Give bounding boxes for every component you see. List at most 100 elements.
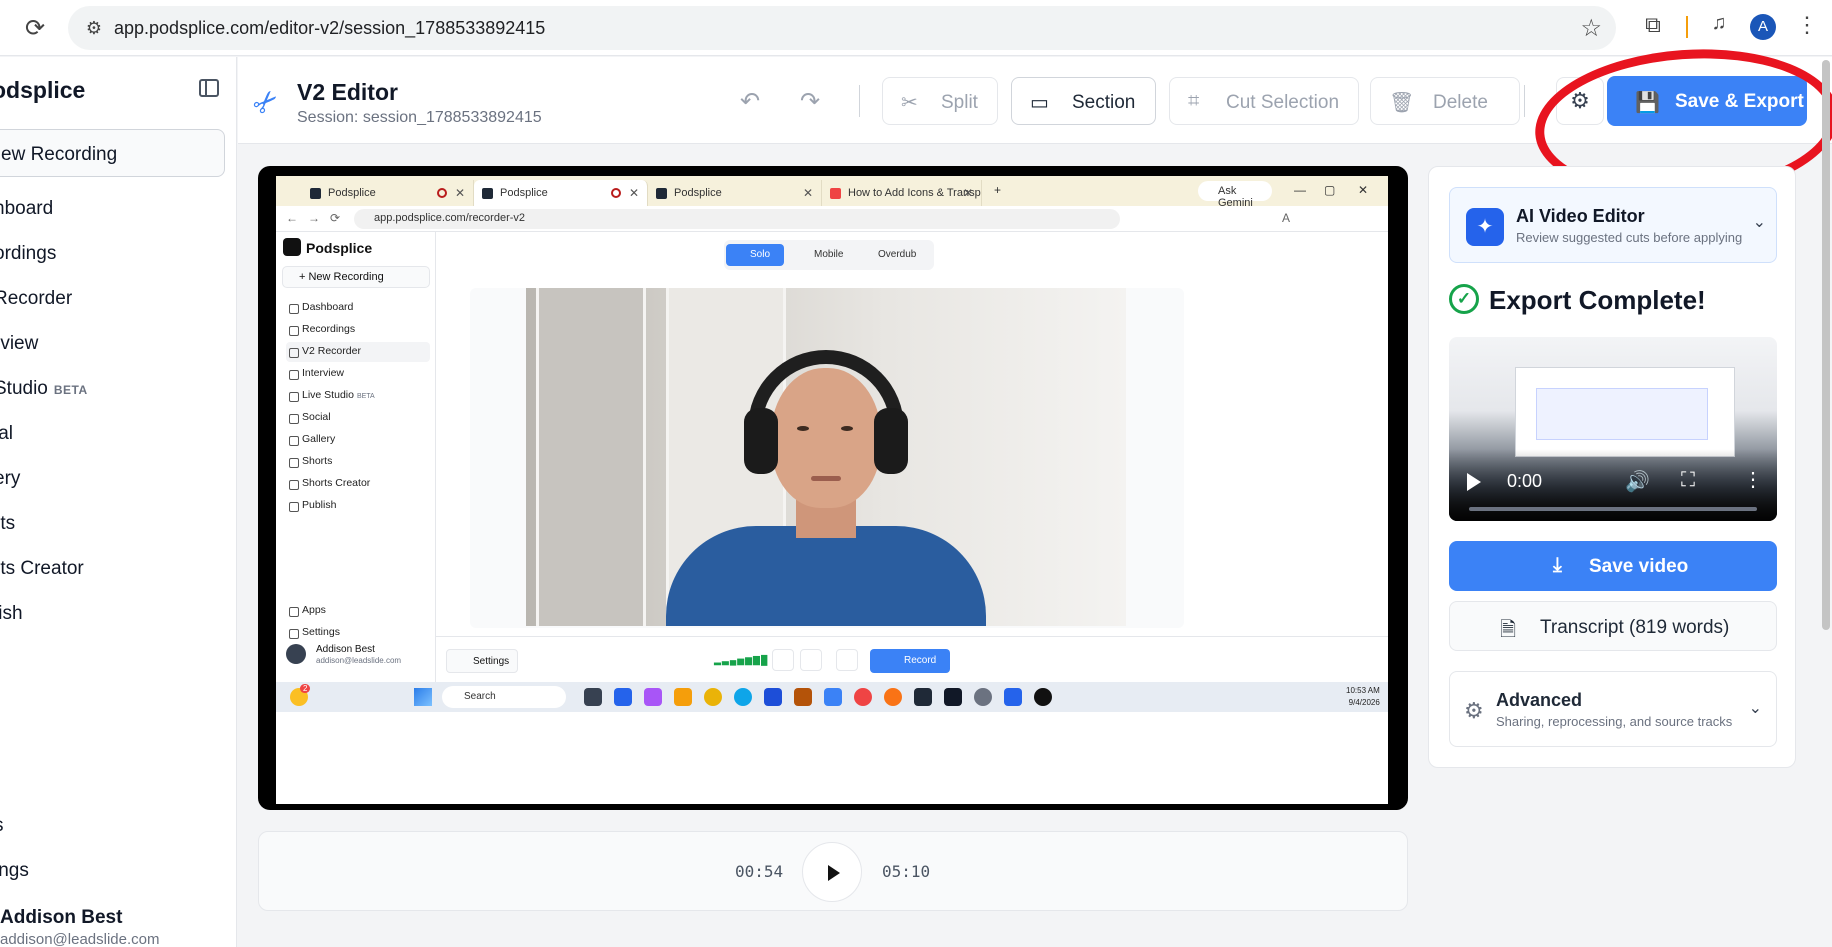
close-icon: ✕	[454, 186, 465, 200]
favicon-icon	[310, 188, 321, 199]
user-email: addison@leadslide.com	[0, 931, 160, 947]
camera-feed	[526, 288, 1126, 626]
sidebar-item-settings[interactable]: ings	[0, 860, 29, 882]
preview-settings-button: Settings	[446, 649, 518, 673]
media-icon[interactable]: ♫	[1704, 12, 1734, 42]
transcript-button[interactable]: 🗎 Transcript (819 words)	[1449, 601, 1777, 651]
sidebar-item-label: Recorder	[0, 288, 73, 309]
kebab-icon[interactable]: ⋮	[1796, 12, 1818, 42]
preview-item-active: V2 Recorder	[286, 342, 430, 362]
background-door	[536, 288, 646, 626]
current-time: 00:54	[735, 862, 784, 881]
video-thumbnail	[1515, 367, 1735, 457]
terminal-icon	[914, 688, 932, 706]
redo-icon[interactable]: ↷	[800, 87, 820, 116]
sidebar-toggle-icon[interactable]	[199, 79, 219, 97]
page-scrollbar[interactable]	[1822, 60, 1830, 630]
video-time: 0:00	[1507, 471, 1543, 491]
new-recording-button[interactable]: ew Recording	[0, 129, 225, 177]
preview-tab-label: Podsplice	[674, 187, 722, 199]
preview-user-email: addison@leadslide.com	[316, 656, 402, 665]
fullscreen-icon[interactable]: ⛶	[1681, 469, 1695, 492]
editor-header: ✂ V2 Editor Session: session_17885338924…	[238, 57, 1832, 144]
video-preview[interactable]: Podsplice ✕ Podsplice ✕ Podsplice ✕ How …	[258, 166, 1408, 810]
preview-item: Recordings	[286, 320, 430, 340]
export-complete-title: Export Complete!	[1489, 285, 1706, 315]
maximize-icon: ▢	[1324, 183, 1336, 197]
sidebar-item-shorts-creator[interactable]: rts Creator	[0, 558, 84, 580]
address-url[interactable]: app.podsplice.com/editor-v2/session_1788…	[114, 18, 545, 39]
sidebar-item-gallery[interactable]: ery	[0, 468, 20, 490]
ai-video-editor-card[interactable]: ✦ AI Video Editor Review suggested cuts …	[1449, 187, 1777, 263]
preview-item: Live Studio BETA	[286, 386, 430, 406]
sidebar-item-v2-recorder[interactable]: Recorder	[0, 288, 72, 310]
sidebar-item-shorts[interactable]: rts	[0, 513, 15, 535]
play-button[interactable]	[802, 842, 862, 902]
sidebar-item-label: ings	[0, 860, 29, 881]
headphone-cup	[874, 408, 908, 474]
more-icon[interactable]: ⋮	[1743, 467, 1763, 492]
preview-item: Settings	[286, 623, 430, 643]
section-button[interactable]: ▭ Section	[1011, 77, 1156, 125]
transcript-label: Transcript (819 words)	[1540, 617, 1730, 638]
close-icon: ✕	[962, 186, 973, 200]
ai-editor-subtitle: Review suggested cuts before applying	[1516, 230, 1743, 245]
browser-toolbar: ⟳ ⚙ app.podsplice.com/editor-v2/session_…	[0, 0, 1832, 56]
sidebar-item-label: ordings	[0, 243, 57, 264]
preview-tab: Podsplice ✕	[302, 180, 474, 206]
reload-icon[interactable]: ⟳	[20, 14, 50, 44]
advanced-section[interactable]: ⚙ Advanced Sharing, reprocessing, and so…	[1449, 671, 1777, 747]
preview-new-recording: + New Recording	[282, 266, 430, 288]
preview-item: Social	[286, 408, 430, 428]
sidebar-item-social[interactable]: ial	[0, 423, 13, 445]
recording-icon	[611, 188, 621, 198]
star-icon[interactable]: ☆	[1580, 14, 1602, 43]
mode-overdub: Overdub	[878, 249, 917, 260]
preview-record-button: Record	[870, 649, 950, 673]
split-button[interactable]: ✂ Split	[882, 77, 998, 125]
chevron-down-icon[interactable]: ⌄	[1749, 698, 1762, 718]
mic-icon	[772, 649, 794, 671]
address-bar[interactable]: ⚙ app.podsplice.com/editor-v2/session_17…	[68, 6, 1616, 50]
profile-avatar[interactable]: A	[1750, 14, 1776, 40]
delete-button[interactable]: 🗑 Delete	[1370, 77, 1520, 125]
chatgpt-icon	[1034, 688, 1052, 706]
preview-item: Dashboard	[286, 298, 430, 318]
preview-brand: Podsplice	[306, 240, 373, 256]
chevron-down-icon[interactable]: ⌄	[1753, 212, 1766, 232]
preview-tab-label: Podsplice	[500, 187, 548, 199]
sidebar-item-recordings[interactable]: ordings	[0, 243, 56, 265]
play-icon[interactable]	[1467, 473, 1481, 491]
cut-selection-label: Cut Selection	[1226, 92, 1340, 113]
preview-address-bar: ← → ⟳ app.podsplice.com/recorder-v2 A	[276, 206, 1388, 232]
tune-icon[interactable]: ⚙	[82, 16, 106, 40]
recorded-screen: Podsplice ✕ Podsplice ✕ Podsplice ✕ How …	[276, 176, 1388, 804]
ask-gemini: Ask Gemini	[1198, 181, 1272, 209]
preview-tab-label: How to Add Icons & Transpare	[848, 187, 982, 199]
save-export-button[interactable]: 💾 Save & Export	[1607, 76, 1807, 126]
volume-icon[interactable]: 🔊	[1625, 469, 1650, 494]
sidebar-item-interview[interactable]: rview	[0, 333, 38, 355]
minimize-icon: —	[1294, 183, 1306, 197]
exported-video-player[interactable]: 0:00 🔊 ⛶ ⋮	[1449, 337, 1777, 521]
save-video-button[interactable]: ⤓ Save video	[1449, 541, 1777, 591]
gear-icon[interactable]: ⚙	[1556, 77, 1604, 125]
app-icon	[1004, 688, 1022, 706]
video-progress[interactable]	[1469, 507, 1757, 511]
preview-item-label: Live Studio	[302, 389, 354, 401]
extensions-icon[interactable]: ⧉	[1638, 12, 1668, 42]
sidebar: odsplice ew Recording hboard ordings Rec…	[0, 57, 237, 947]
sidebar-item-dashboard[interactable]: hboard	[0, 198, 53, 220]
sidebar-item-apps[interactable]: s	[0, 815, 4, 837]
mouth	[811, 476, 841, 481]
export-panel: ✦ AI Video Editor Review suggested cuts …	[1428, 166, 1796, 768]
preview-tab-label: Podsplice	[328, 187, 376, 199]
cut-selection-button[interactable]: ⌗ Cut Selection	[1169, 77, 1359, 125]
preview-tab: How to Add Icons & Transpare ✕	[822, 180, 982, 206]
user-name: Addison Best	[0, 907, 123, 928]
favicon-icon	[656, 188, 667, 199]
undo-icon[interactable]: ↶	[740, 87, 760, 116]
new-tab-icon: +	[994, 183, 1002, 197]
sidebar-item-publish[interactable]: lish	[0, 603, 23, 625]
sidebar-item-live-studio[interactable]: Studio BETA	[0, 378, 88, 400]
